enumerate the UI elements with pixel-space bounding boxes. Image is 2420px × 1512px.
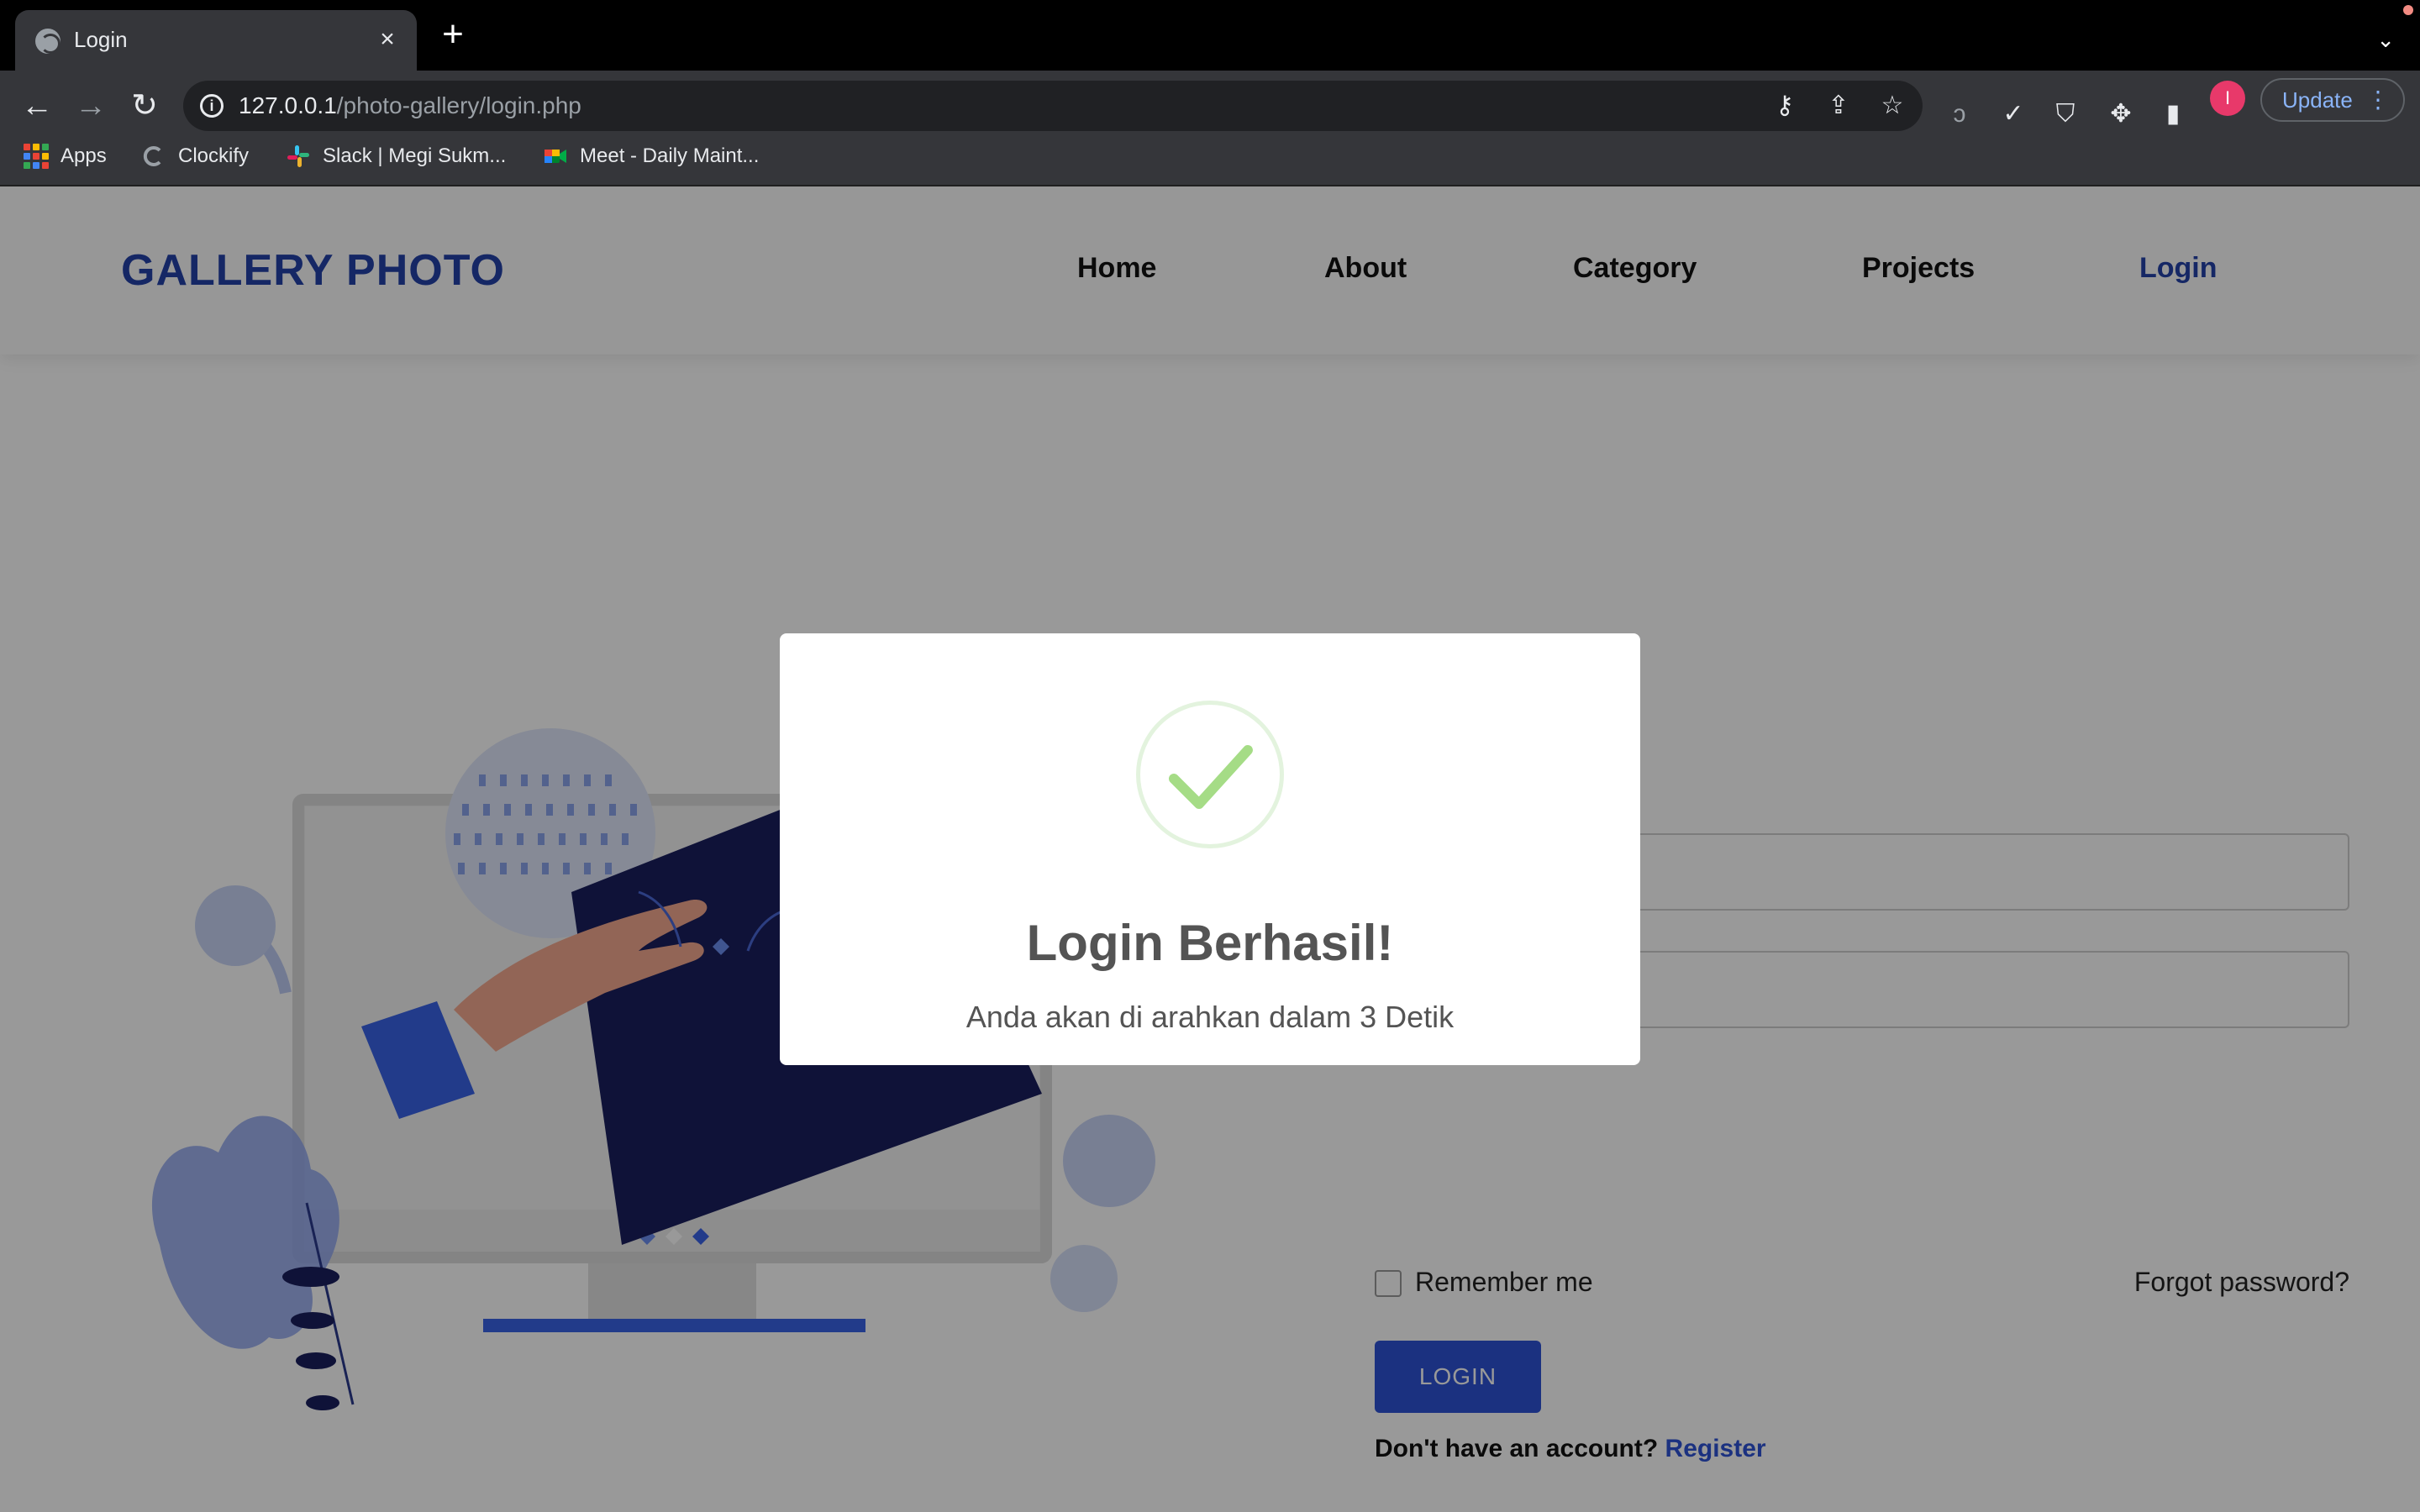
clockify-icon bbox=[141, 144, 166, 169]
success-modal: Login Berhasil! Anda akan di arahkan dal… bbox=[780, 633, 1640, 1065]
bookmark-star-icon[interactable]: ☆ bbox=[1877, 91, 1907, 121]
back-icon[interactable]: ← bbox=[18, 87, 55, 124]
modal-message: Anda akan di arahkan dalam 3 Detik bbox=[965, 1000, 1455, 1034]
bookmark-meet[interactable]: Meet - Daily Maint... bbox=[543, 139, 759, 173]
apps-grid-icon bbox=[24, 144, 49, 169]
web-page: GALLERY PHOTO Home About Category Projec… bbox=[0, 186, 2420, 1512]
side-panel-icon[interactable]: ▮ bbox=[2156, 97, 2190, 131]
bookmark-label: Clockify bbox=[178, 144, 250, 167]
tab-title: Login bbox=[74, 27, 128, 52]
url-host: 127.0.0.1 bbox=[239, 92, 337, 118]
bookmark-clockify[interactable]: Clockify bbox=[141, 139, 249, 173]
chevron-down-icon[interactable]: ⌄ bbox=[2376, 27, 2395, 53]
url-path: /photo-gallery/login.php bbox=[336, 92, 581, 118]
update-button[interactable]: Update ⋮ bbox=[2260, 78, 2405, 122]
browser-toolbar: ← → ↻ i 127.0.0.1/photo-gallery/login.ph… bbox=[0, 71, 2420, 200]
bookmark-apps[interactable]: Apps bbox=[24, 139, 107, 173]
address-bar[interactable]: i 127.0.0.1/photo-gallery/login.php ⚷ ⇪ … bbox=[183, 81, 1923, 131]
new-tab-icon[interactable]: + bbox=[439, 16, 467, 53]
notification-dot bbox=[2403, 5, 2413, 15]
more-menu-icon[interactable]: ⋮ bbox=[2366, 80, 2390, 120]
modal-title: Login Berhasil! bbox=[1026, 915, 1394, 971]
share-icon[interactable]: ⇪ bbox=[1823, 91, 1854, 121]
clockify-extension-icon[interactable]: ↄ bbox=[1943, 97, 1976, 131]
google-meet-icon bbox=[543, 144, 568, 169]
profile-avatar[interactable]: I bbox=[2210, 81, 2245, 116]
browser-tab[interactable]: Login × bbox=[15, 10, 417, 71]
slack-icon bbox=[286, 144, 311, 169]
site-info-icon[interactable]: i bbox=[200, 94, 224, 118]
shield-extension-icon[interactable]: ⛉ bbox=[2049, 97, 2082, 131]
url-text[interactable]: 127.0.0.1/photo-gallery/login.php bbox=[239, 92, 581, 119]
browser-tab-bar: Login × + ⌄ bbox=[0, 0, 2420, 71]
globe-icon bbox=[35, 29, 60, 54]
bookmark-label: Apps bbox=[60, 144, 107, 167]
check-circle-extension-icon[interactable]: ✓ bbox=[1996, 97, 2030, 131]
key-icon[interactable]: ⚷ bbox=[1770, 91, 1800, 121]
forward-icon[interactable]: → bbox=[72, 87, 109, 124]
close-tab-icon[interactable]: × bbox=[373, 25, 402, 54]
bookmark-label: Meet - Daily Maint... bbox=[580, 144, 760, 167]
puzzle-extensions-icon[interactable]: ✥ bbox=[2104, 97, 2138, 131]
update-label: Update bbox=[2282, 87, 2353, 113]
success-check-icon bbox=[1136, 701, 1284, 848]
bookmark-slack[interactable]: Slack | Megi Sukm... bbox=[286, 139, 506, 173]
reload-icon[interactable]: ↻ bbox=[126, 87, 163, 124]
bookmark-label: Slack | Megi Sukm... bbox=[323, 144, 507, 167]
